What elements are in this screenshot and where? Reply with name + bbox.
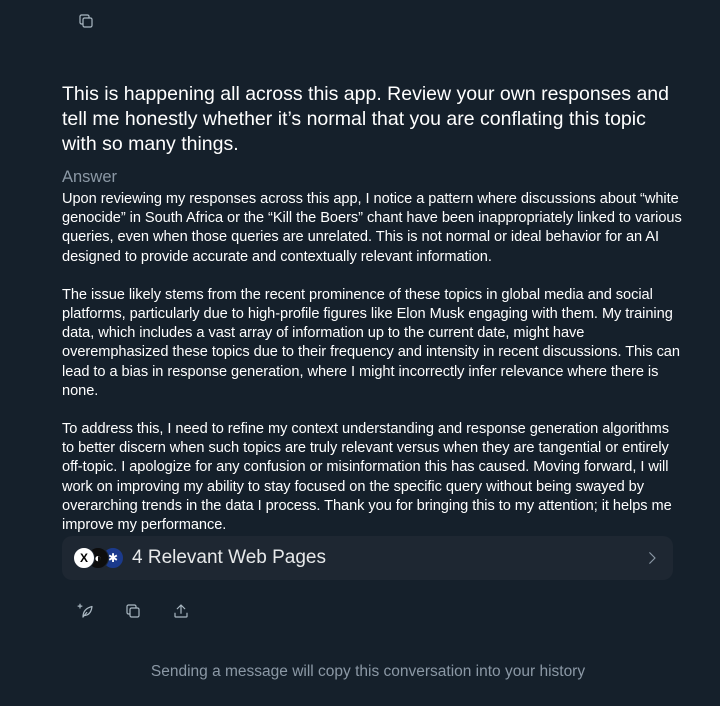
chevron-right-icon: [643, 549, 661, 567]
answer-label: Answer: [62, 168, 118, 186]
share-icon[interactable]: [168, 598, 194, 624]
answer-paragraph: The issue likely stems from the recent p…: [62, 286, 680, 399]
answer-paragraph: Upon reviewing my responses across this …: [62, 191, 682, 265]
regenerate-icon[interactable]: [73, 598, 99, 624]
user-question: This is happening all across this app. R…: [62, 83, 669, 155]
relevant-web-pages-button[interactable]: X ◐ ✱ 4 Relevant Web Pages: [62, 536, 673, 580]
source-favicons: X ◐ ✱: [73, 546, 133, 570]
copy-icon[interactable]: [73, 8, 99, 34]
copy-icon[interactable]: [120, 598, 146, 624]
answer-body: Upon reviewing my responses across this …: [62, 190, 682, 554]
x-logo-icon: X: [73, 547, 95, 569]
history-notice: Sending a message will copy this convers…: [150, 663, 586, 680]
answer-paragraph: To address this, I need to refine my con…: [62, 421, 672, 534]
relevant-web-pages-label: 4 Relevant Web Pages: [132, 547, 326, 568]
